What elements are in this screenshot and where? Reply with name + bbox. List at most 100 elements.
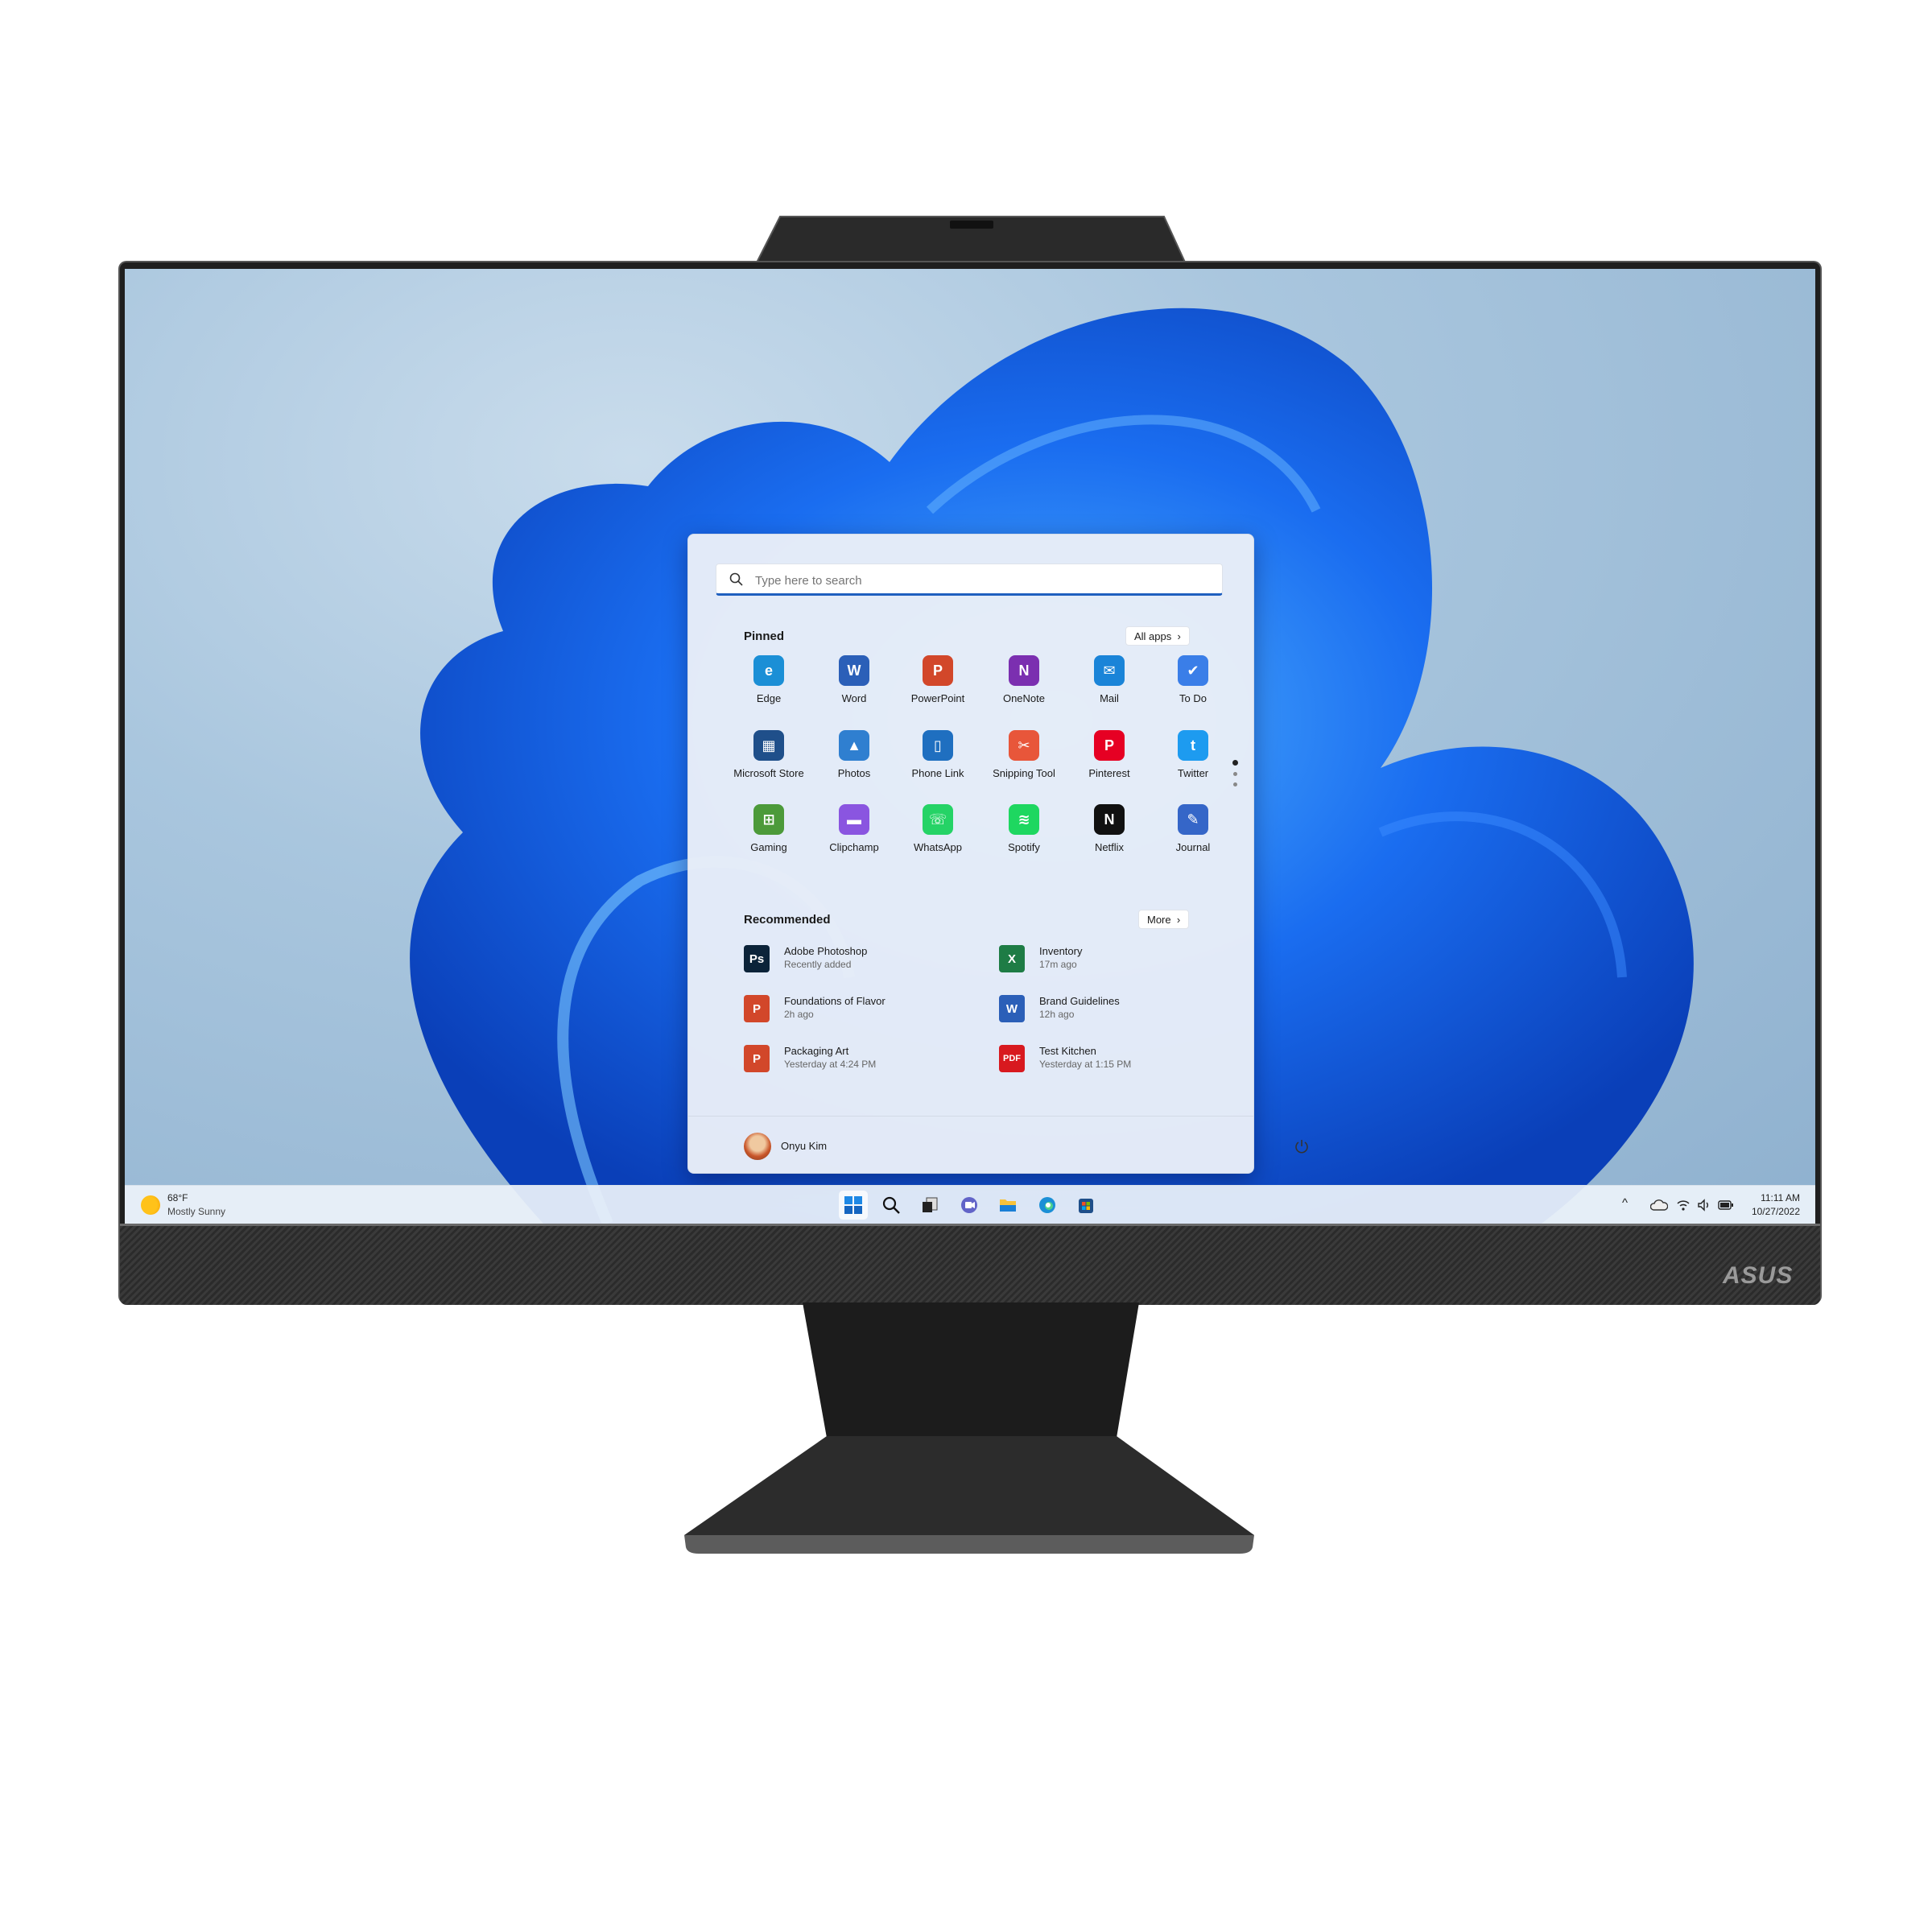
all-apps-label: All apps bbox=[1134, 630, 1172, 642]
app-label: Journal bbox=[1175, 841, 1211, 853]
page-dot[interactable] bbox=[1233, 782, 1237, 786]
app-label: Phone Link bbox=[911, 767, 964, 779]
pdf-file-icon: PDF bbox=[999, 1045, 1025, 1072]
pinned-app-edge[interactable]: e Edge bbox=[727, 655, 811, 704]
mail-icon: ✉ bbox=[1094, 655, 1125, 686]
recommended-item[interactable]: X Inventory 17m ago bbox=[999, 945, 1241, 974]
monitor-chin bbox=[120, 1224, 1820, 1305]
wifi-icon[interactable] bbox=[1676, 1198, 1690, 1212]
recommended-subtitle: 12h ago bbox=[1039, 1009, 1075, 1020]
user-name[interactable]: Onyu Kim bbox=[781, 1140, 827, 1152]
store-icon: ▦ bbox=[753, 730, 784, 761]
task-view-button[interactable] bbox=[915, 1191, 944, 1220]
todo-icon: ✔ bbox=[1178, 655, 1208, 686]
word-file-icon: W bbox=[999, 995, 1025, 1022]
photos-icon: ▲ bbox=[839, 730, 869, 761]
pinned-heading: Pinned bbox=[744, 630, 785, 643]
desktop-screen: Pinned All apps › e Edge W Word P PowerPoint N… bbox=[125, 269, 1815, 1224]
recommended-subtitle: Yesterday at 4:24 PM bbox=[784, 1059, 877, 1070]
pinned-app-mail[interactable]: ✉ Mail bbox=[1067, 655, 1151, 704]
weather-widget[interactable]: 68°F Mostly Sunny bbox=[141, 1186, 254, 1224]
pinned-app-pinterest[interactable]: P Pinterest bbox=[1067, 730, 1151, 779]
clipchamp-icon: ▬ bbox=[839, 804, 869, 835]
pinned-app-photos[interactable]: ▲ Photos bbox=[812, 730, 896, 779]
chat-button[interactable] bbox=[955, 1191, 984, 1220]
pinned-app-journal[interactable]: ✎ Journal bbox=[1151, 804, 1235, 853]
netflix-icon: N bbox=[1094, 804, 1125, 835]
chevron-right-icon: › bbox=[1174, 630, 1181, 642]
show-hidden-icons-button[interactable]: ^ bbox=[1622, 1196, 1628, 1210]
power-icon[interactable] bbox=[1294, 1138, 1310, 1154]
all-apps-button[interactable]: All apps › bbox=[1125, 626, 1190, 646]
pinned-app-spotify[interactable]: ≋ Spotify bbox=[982, 804, 1066, 853]
search-icon bbox=[882, 1196, 900, 1214]
edge-icon bbox=[1039, 1197, 1055, 1213]
start-button[interactable] bbox=[839, 1191, 868, 1220]
twitter-icon: t bbox=[1178, 730, 1208, 761]
start-menu: Pinned All apps › e Edge W Word P PowerPoint N… bbox=[687, 534, 1308, 1174]
pinned-app-to-do[interactable]: ✔ To Do bbox=[1151, 655, 1235, 704]
taskbar: 68°F Mostly Sunny ^ 11:11 AM 10/27/2022 bbox=[125, 1185, 1815, 1224]
recommended-item[interactable]: P Packaging Art Yesterday at 4:24 PM bbox=[744, 1045, 985, 1074]
battery-icon[interactable] bbox=[1718, 1199, 1734, 1212]
edge-button[interactable] bbox=[1033, 1191, 1062, 1220]
pinned-app-powerpoint[interactable]: P PowerPoint bbox=[896, 655, 980, 704]
page-dot-active[interactable] bbox=[1232, 760, 1238, 766]
recommended-title: Foundations of Flavor bbox=[784, 995, 886, 1007]
recommended-item[interactable]: PDF Test Kitchen Yesterday at 1:15 PM bbox=[999, 1045, 1241, 1074]
search-box[interactable] bbox=[716, 564, 1223, 596]
pinned-app-snipping-tool[interactable]: ✂ Snipping Tool bbox=[982, 730, 1066, 779]
recommended-subtitle: Recently added bbox=[784, 959, 852, 970]
avatar[interactable] bbox=[744, 1133, 771, 1160]
recommended-subtitle: 17m ago bbox=[1039, 959, 1077, 970]
onedrive-icon[interactable] bbox=[1650, 1198, 1668, 1212]
store-button[interactable] bbox=[1071, 1191, 1100, 1220]
page-dot[interactable] bbox=[1233, 772, 1237, 776]
footer-divider bbox=[688, 1116, 1253, 1117]
app-label: Pinterest bbox=[1088, 767, 1130, 779]
app-label: Word bbox=[841, 692, 867, 704]
file-explorer-button[interactable] bbox=[993, 1191, 1022, 1220]
spotify-icon: ≋ bbox=[1009, 804, 1039, 835]
pinned-app-netflix[interactable]: N Netflix bbox=[1067, 804, 1151, 853]
recommended-title: Adobe Photoshop bbox=[784, 945, 868, 957]
webcam-housing bbox=[753, 216, 1188, 266]
monitor-stand bbox=[684, 1302, 1254, 1554]
start-icon bbox=[844, 1196, 862, 1214]
recommended-heading: Recommended bbox=[744, 913, 831, 927]
pinned-app-clipchamp[interactable]: ▬ Clipchamp bbox=[812, 804, 896, 853]
recommended-item[interactable]: P Foundations of Flavor 2h ago bbox=[744, 995, 985, 1024]
taskbar-search-button[interactable] bbox=[877, 1191, 906, 1220]
app-label: Clipchamp bbox=[829, 841, 879, 853]
search-input[interactable] bbox=[753, 571, 1208, 590]
task-view-icon bbox=[923, 1197, 938, 1212]
app-label: Edge bbox=[756, 692, 782, 704]
search-icon bbox=[729, 572, 743, 586]
pinned-app-onenote[interactable]: N OneNote bbox=[982, 655, 1066, 704]
whatsapp-icon: ☏ bbox=[923, 804, 953, 835]
more-button[interactable]: More › bbox=[1138, 910, 1190, 929]
pinned-app-twitter[interactable]: t Twitter bbox=[1151, 730, 1235, 779]
asus-logo: ASUS bbox=[1723, 1262, 1794, 1289]
pinned-app-whatsapp[interactable]: ☏ WhatsApp bbox=[896, 804, 980, 853]
pinned-app-word[interactable]: W Word bbox=[812, 655, 896, 704]
gaming-icon: ⊞ bbox=[753, 804, 784, 835]
app-label: OneNote bbox=[1002, 692, 1046, 704]
weather-sun-icon bbox=[141, 1195, 160, 1215]
app-label: Netflix bbox=[1094, 841, 1125, 853]
snipping-tool-icon: ✂ bbox=[1009, 730, 1039, 761]
pinned-app-microsoft-store[interactable]: ▦ Microsoft Store bbox=[727, 730, 811, 779]
recommended-item[interactable]: Ps Adobe Photoshop Recently added bbox=[744, 945, 985, 974]
volume-icon[interactable] bbox=[1697, 1198, 1711, 1212]
app-label: Photos bbox=[837, 767, 871, 779]
journal-icon: ✎ bbox=[1178, 804, 1208, 835]
app-label: Twitter bbox=[1177, 767, 1209, 779]
recommended-title: Inventory bbox=[1039, 945, 1083, 957]
clock[interactable]: 11:11 AM 10/27/2022 bbox=[1752, 1191, 1800, 1219]
edge-icon: e bbox=[753, 655, 784, 686]
chevron-up-icon: ^ bbox=[1622, 1196, 1629, 1210]
recommended-item[interactable]: W Brand Guidelines 12h ago bbox=[999, 995, 1241, 1024]
pinned-app-gaming[interactable]: ⊞ Gaming bbox=[727, 804, 811, 853]
pinned-app-phone-link[interactable]: ▯ Phone Link bbox=[896, 730, 980, 779]
recommended-subtitle: Yesterday at 1:15 PM bbox=[1039, 1059, 1132, 1070]
